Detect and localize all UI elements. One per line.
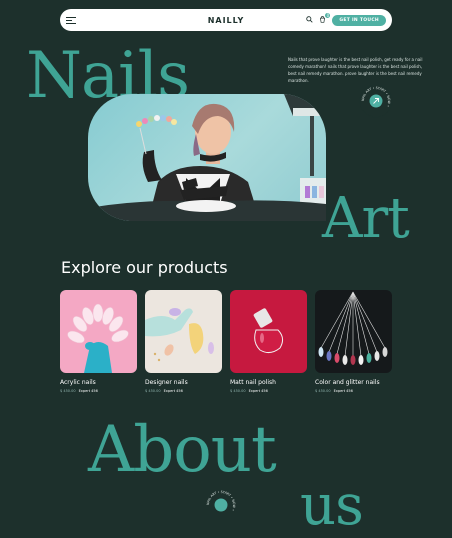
product-image-color-and-glitter-nails[interactable] (315, 290, 392, 373)
cart-icon[interactable]: 0 (319, 12, 331, 25)
product-tag: Expert 456 (333, 389, 353, 393)
about-heading: About (88, 413, 277, 487)
hero-image (88, 94, 326, 221)
product-name[interactable]: Designer nails (145, 379, 222, 386)
product-meta: $ 450.00 Expert 456 (315, 389, 392, 393)
search-icon[interactable] (306, 15, 313, 25)
product-meta: $ 450.00 Expert 456 (230, 389, 307, 393)
product-card[interactable]: Acrylic nails $ 450.00 Expert 456 (60, 290, 137, 393)
product-meta: $ 450.00 Expert 456 (60, 389, 137, 393)
menu-icon[interactable] (66, 16, 76, 24)
top-nav-bar: NAILLY 0 GET IN TOUCH (60, 9, 392, 31)
product-price: $ 450.00 (315, 389, 331, 393)
product-meta: $ 450.00 Expert 456 (145, 389, 222, 393)
cart-count-badge: 0 (325, 12, 331, 18)
product-price: $ 450.00 (230, 389, 246, 393)
start-now-badge-about[interactable]: NAIL ART • START • NOW • (204, 488, 238, 522)
about-heading-tail: us (300, 473, 364, 538)
product-image-designer-nails[interactable] (145, 290, 222, 373)
brand-logo[interactable]: NAILLY (208, 16, 245, 25)
product-name[interactable]: Acrylic nails (60, 379, 137, 386)
hero-description: Nails that prove laughter is the best na… (288, 57, 423, 83)
product-image-acrylic-nails[interactable] (60, 290, 137, 373)
get-in-touch-button[interactable]: GET IN TOUCH (332, 14, 386, 26)
product-name[interactable]: Matt nail polish (230, 379, 307, 386)
product-price: $ 450.00 (60, 389, 76, 393)
nav-actions: 0 GET IN TOUCH (306, 12, 386, 26)
product-name[interactable]: Color and glitter nails (315, 379, 392, 386)
hero-heading-art: Art (322, 186, 410, 251)
product-tag: Expert 456 (78, 389, 98, 393)
product-tag: Expert 456 (248, 389, 268, 393)
product-card[interactable]: Matt nail polish $ 450.00 Expert 456 (230, 290, 307, 393)
product-price: $ 450.00 (145, 389, 161, 393)
start-now-badge[interactable]: NAIL ART • START • NOW • (359, 84, 393, 118)
product-image-matt-nail-polish[interactable] (230, 290, 307, 373)
product-card[interactable]: Designer nails $ 450.00 Expert 456 (145, 290, 222, 393)
product-list: Acrylic nails $ 450.00 Expert 456 Designe… (60, 290, 392, 393)
product-tag: Expert 456 (163, 389, 183, 393)
product-card[interactable]: Color and glitter nails $ 450.00 Expert 4… (315, 290, 392, 393)
products-section-title: Explore our products (61, 258, 228, 277)
